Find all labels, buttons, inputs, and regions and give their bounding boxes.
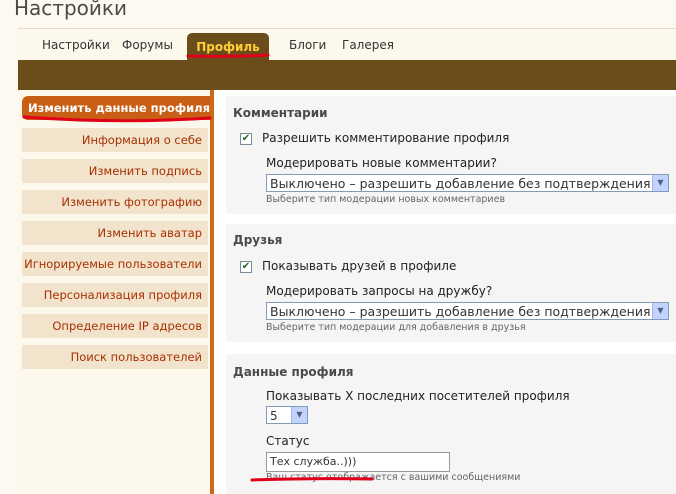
- checkmark-icon: ✔: [241, 133, 251, 144]
- status-hint: Ваш статус отображается с вашими сообщен…: [266, 472, 521, 483]
- show-friends-checkbox[interactable]: ✔: [240, 261, 252, 273]
- tab-profile[interactable]: Профиль: [187, 33, 269, 61]
- tab-bar: Настройки Форумы Профиль Блоги Галерея: [18, 28, 676, 61]
- status-input[interactable]: Тех служба..))): [266, 452, 450, 472]
- friends-moderation-hint: Выберите тип модерации для добавления в …: [266, 322, 526, 333]
- friends-moderation-value: Выключено – разрешить добавление без под…: [270, 304, 651, 319]
- sidebar-item-edit-signature[interactable]: Изменить подпись: [22, 159, 208, 183]
- friends-moderation-select[interactable]: Выключено – разрешить добавление без под…: [266, 302, 669, 320]
- sidebar-item-user-search[interactable]: Поиск пользователей: [22, 345, 208, 369]
- chevron-down-icon[interactable]: ▼: [291, 407, 307, 423]
- chevron-down-icon[interactable]: ▼: [652, 175, 668, 191]
- comments-section: Комментарии ✔ Разрешить комментирование …: [226, 96, 676, 214]
- comments-moderation-value: Выключено – разрешить добавление без под…: [270, 176, 651, 191]
- sidebar-item-personalization[interactable]: Персонализация профиля: [22, 283, 208, 307]
- comments-section-title: Комментарии: [233, 106, 328, 120]
- tab-blogs[interactable]: Блоги: [289, 38, 326, 52]
- sidebar-item-ip-lookup[interactable]: Определение IP адресов: [22, 314, 208, 338]
- comments-moderation-hint: Выберите тип модерации новых комментарие…: [266, 194, 506, 205]
- chevron-down-icon[interactable]: ▼: [652, 303, 668, 319]
- friends-section: Друзья ✔ Показывать друзей в профиле Мод…: [226, 224, 676, 342]
- visitors-count-value: 5: [270, 409, 278, 423]
- sidebar: Изменить данные профиля Информация о себ…: [18, 90, 216, 494]
- checkmark-icon: ✔: [241, 261, 251, 272]
- page-title: Настройки: [14, 0, 127, 20]
- tab-gallery[interactable]: Галерея: [342, 38, 394, 52]
- sidebar-item-ignored-users[interactable]: Игнорируемые пользователи: [22, 252, 208, 276]
- sidebar-item-edit-avatar[interactable]: Изменить аватар: [22, 221, 208, 245]
- tab-forums[interactable]: Форумы: [122, 38, 173, 52]
- show-friends-label: Показывать друзей в профиле: [262, 259, 457, 273]
- allow-comments-label: Разрешить комментирование профиля: [262, 131, 510, 145]
- comments-moderation-label: Модерировать новые комментарии?: [266, 156, 497, 170]
- friends-section-title: Друзья: [233, 233, 283, 247]
- profile-data-section: Данные профиля Показывать X последних по…: [226, 354, 676, 494]
- status-label: Статус: [266, 434, 310, 448]
- visitors-count-label: Показывать X последних посетителей профи…: [266, 389, 570, 403]
- sidebar-item-about-me[interactable]: Информация о себе: [22, 128, 208, 152]
- friends-moderation-label: Модерировать запросы на дружбу?: [266, 284, 493, 298]
- sidebar-item-edit-profile[interactable]: Изменить данные профиля: [22, 96, 216, 120]
- tab-settings[interactable]: Настройки: [42, 38, 110, 52]
- allow-comments-checkbox[interactable]: ✔: [240, 133, 252, 145]
- profile-data-section-title: Данные профиля: [233, 365, 354, 379]
- comments-moderation-select[interactable]: Выключено – разрешить добавление без под…: [266, 174, 669, 192]
- sidebar-item-edit-photo[interactable]: Изменить фотографию: [22, 190, 208, 214]
- visitors-count-select[interactable]: 5 ▼: [266, 406, 308, 424]
- tab-content-bar: [18, 60, 676, 90]
- settings-content: Комментарии ✔ Разрешить комментирование …: [214, 90, 676, 494]
